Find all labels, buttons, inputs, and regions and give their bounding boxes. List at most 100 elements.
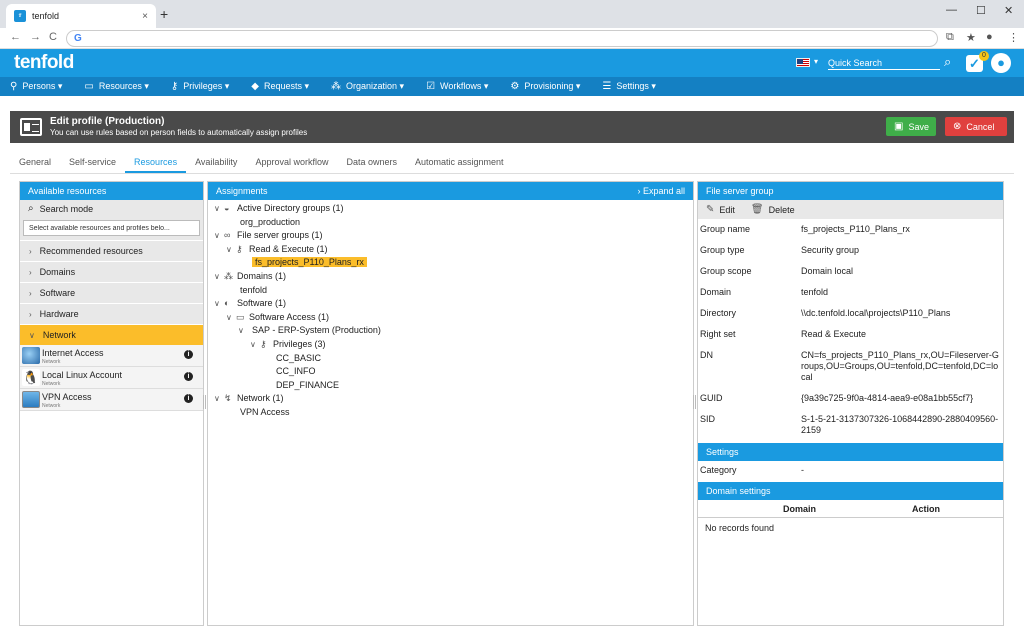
tree-node[interactable]: org_production xyxy=(208,216,693,230)
menu-provisioning[interactable]: ⚙ Provisioning ▾ xyxy=(510,81,580,92)
menu-organization[interactable]: ⁂ Organization ▾ xyxy=(331,81,404,92)
language-dropdown-icon[interactable]: ▾ xyxy=(814,57,818,66)
tree-node[interactable]: ∨ ◐ Software (1) xyxy=(208,297,693,311)
tree-label[interactable]: CC_BASIC xyxy=(276,353,321,363)
tenfold-logo[interactable]: tenfold xyxy=(14,52,74,74)
tree-label[interactable]: Software Access (1) xyxy=(249,312,329,322)
reload-icon[interactable]: C xyxy=(49,31,57,43)
category-domains[interactable]: › Domains xyxy=(20,261,203,282)
chevron-down-icon[interactable]: ∨ xyxy=(226,243,236,257)
tree-node[interactable]: ∨ ▭ Software Access (1) xyxy=(208,311,693,325)
tree-node[interactable]: ∨ ∞ File server groups (1) xyxy=(208,229,693,243)
tree-node[interactable]: CC_INFO xyxy=(208,365,693,379)
menu-workflows[interactable]: ☑ Workflows ▾ xyxy=(426,81,488,92)
search-icon[interactable]: ⌕ xyxy=(944,54,951,70)
column-action[interactable]: Action xyxy=(851,500,1001,517)
browser-menu-icon[interactable]: ⋮ xyxy=(1008,31,1019,44)
tree-label[interactable]: VPN Access xyxy=(240,407,290,417)
chevron-down-icon[interactable]: ∨ xyxy=(238,324,248,338)
tab-resources[interactable]: Resources xyxy=(125,152,187,173)
vpn-icon xyxy=(22,391,40,408)
chevron-right-icon: › xyxy=(29,246,32,256)
tree-label[interactable]: tenfold xyxy=(240,285,267,295)
tab-data-owners[interactable]: Data owners xyxy=(337,152,406,173)
tree-node[interactable]: ∨ ↯ Network (1) xyxy=(208,392,693,406)
resource-item-internet-access[interactable]: Internet Access Network i xyxy=(20,345,203,367)
tree-node[interactable]: ∨ ◒ Active Directory groups (1) xyxy=(208,202,693,216)
tree-label[interactable]: Privileges (3) xyxy=(273,339,326,349)
profile-icon[interactable]: ● xyxy=(986,31,993,43)
tree-node[interactable]: VPN Access xyxy=(208,406,693,420)
tab-approval-workflow[interactable]: Approval workflow xyxy=(246,152,337,173)
close-tab-icon[interactable]: × xyxy=(142,11,148,22)
maximize-icon[interactable]: ☐ xyxy=(976,4,986,17)
search-mode-toggle[interactable]: ⌕ Search mode xyxy=(20,200,203,218)
tree-label[interactable]: CC_INFO xyxy=(276,366,316,376)
tree-node[interactable]: ∨ ⁂ Domains (1) xyxy=(208,270,693,284)
selected-tree-label[interactable]: fs_projects_P110_Plans_rx xyxy=(252,257,367,268)
tree-label[interactable]: Software (1) xyxy=(237,298,286,308)
tab-self-service[interactable]: Self-service xyxy=(60,152,125,173)
left-splitter-handle[interactable] xyxy=(203,395,206,409)
extensions-icon[interactable]: ★ xyxy=(966,31,976,44)
minimize-icon[interactable]: — xyxy=(946,4,957,16)
right-splitter-handle[interactable] xyxy=(693,395,696,409)
tree-label[interactable]: Read & Execute (1) xyxy=(249,244,328,254)
tree-label[interactable]: Domains (1) xyxy=(237,271,286,281)
tree-node[interactable]: ∨ ⚷ Read & Execute (1) xyxy=(208,243,693,257)
forward-icon[interactable]: → xyxy=(30,31,41,43)
category-recommended[interactable]: › Recommended resources xyxy=(20,240,203,261)
chevron-down-icon[interactable]: ∨ xyxy=(214,392,224,406)
quick-search-input[interactable] xyxy=(828,57,940,70)
chevron-down-icon[interactable]: ∨ xyxy=(214,270,224,284)
tree-node[interactable]: fs_projects_P110_Plans_rx xyxy=(208,256,693,270)
chevron-down-icon[interactable]: ∨ xyxy=(226,311,236,325)
info-icon[interactable]: i xyxy=(184,350,193,359)
tree-label[interactable]: File server groups (1) xyxy=(237,230,323,240)
delete-button[interactable]: 🗑 Delete xyxy=(751,204,795,215)
chevron-down-icon[interactable]: ∨ xyxy=(214,202,224,216)
tab-availability[interactable]: Availability xyxy=(186,152,246,173)
tree-label[interactable]: org_production xyxy=(240,217,300,227)
menu-settings[interactable]: ☰ Settings ▾ xyxy=(602,81,656,92)
chevron-down-icon[interactable]: ∨ xyxy=(214,229,224,243)
tree-node[interactable]: ∨ ⚷ Privileges (3) xyxy=(208,338,693,352)
tree-label[interactable]: Network (1) xyxy=(237,393,284,403)
browser-tab[interactable]: tf tenfold × xyxy=(6,4,156,28)
chevron-down-icon[interactable]: ∨ xyxy=(250,338,260,352)
us-flag-icon[interactable] xyxy=(796,58,810,67)
edit-button[interactable]: ✎ Edit xyxy=(706,204,735,215)
category-software[interactable]: › Software xyxy=(20,282,203,303)
category-hardware[interactable]: › Hardware xyxy=(20,303,203,324)
tree-label[interactable]: Active Directory groups (1) xyxy=(237,203,344,213)
menu-privileges[interactable]: ⚷ Privileges ▾ xyxy=(171,81,229,92)
resource-item-local-linux-account[interactable]: 🐧 Local Linux Account Network i xyxy=(20,367,203,389)
close-window-icon[interactable]: ✕ xyxy=(1004,4,1013,17)
tree-node[interactable]: tenfold xyxy=(208,284,693,298)
omnibox[interactable]: G xyxy=(66,30,938,47)
tree-label[interactable]: SAP - ERP-System (Production) xyxy=(252,325,381,335)
menu-resources[interactable]: ▭ Resources ▾ xyxy=(84,81,149,92)
menu-requests[interactable]: ◆ Requests ▾ xyxy=(251,81,309,92)
user-avatar-icon[interactable]: ● xyxy=(991,53,1011,73)
chevron-down-icon[interactable]: ∨ xyxy=(214,297,224,311)
info-icon[interactable]: i xyxy=(184,394,193,403)
menu-persons[interactable]: ⚲ Persons ▾ xyxy=(10,81,62,92)
tree-node[interactable]: DEP_FINANCE xyxy=(208,379,693,393)
resource-item-vpn-access[interactable]: VPN Access Network i xyxy=(20,389,203,411)
info-icon[interactable]: i xyxy=(184,372,193,381)
save-button[interactable]: ▣ Save xyxy=(886,117,936,136)
tab-general[interactable]: General xyxy=(10,152,60,173)
cancel-button[interactable]: ⊗ Cancel xyxy=(945,117,1007,136)
tree-node[interactable]: CC_BASIC xyxy=(208,352,693,366)
tab-automatic-assignment[interactable]: Automatic assignment xyxy=(406,152,513,173)
column-domain[interactable]: Domain xyxy=(748,500,851,517)
cast-icon[interactable]: ⧉ xyxy=(946,31,954,44)
new-tab-button[interactable]: + xyxy=(160,6,168,22)
expand-all-button[interactable]: › Expand all xyxy=(637,182,685,200)
tree-node[interactable]: ∨ SAP - ERP-System (Production) xyxy=(208,324,693,338)
tree-label[interactable]: DEP_FINANCE xyxy=(276,380,339,390)
back-icon[interactable]: ← xyxy=(10,31,21,43)
resource-search-input[interactable] xyxy=(23,220,200,236)
category-network[interactable]: ∨ Network xyxy=(20,324,203,345)
